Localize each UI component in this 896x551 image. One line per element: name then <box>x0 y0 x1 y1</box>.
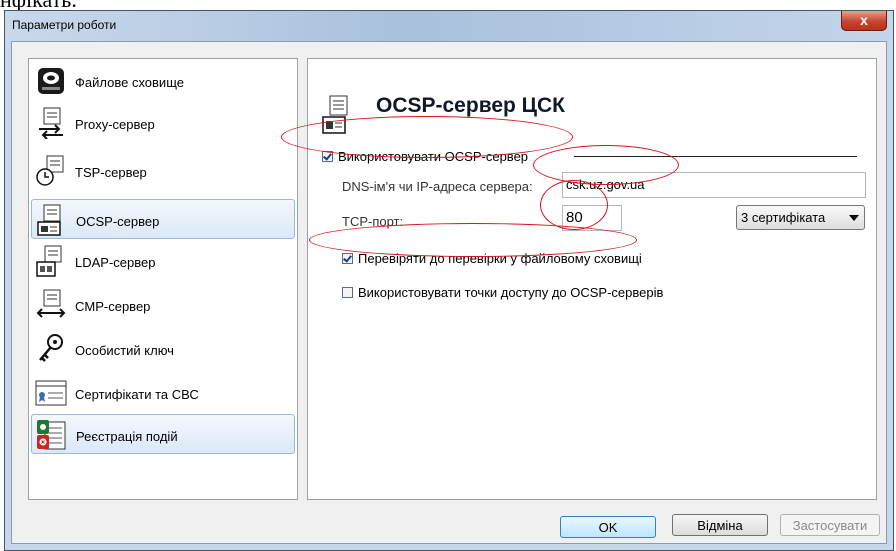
sidebar-item-tsp-server[interactable]: TSP-сервер <box>31 151 295 191</box>
sidebar-item-ldap-server[interactable]: LDAP-сервер <box>31 241 295 281</box>
sidebar-item-cmp-server[interactable]: CMP-сервер <box>31 285 295 325</box>
sidebar-item-label: Реєстрація подій <box>76 429 178 444</box>
sidebar-item-label: OCSP-сервер <box>76 214 160 229</box>
checkbox-label: Перевіряти до перевірки у файловому схов… <box>358 251 642 266</box>
sidebar-item-event-log[interactable]: Реєстрація подій <box>31 414 295 454</box>
sidebar-item-label: TSP-сервер <box>75 165 147 180</box>
page-title: OCSP-сервер ЦСК <box>376 94 565 117</box>
sidebar-item-label: Особистий ключ <box>75 343 174 358</box>
close-icon: x <box>860 12 868 28</box>
certificates-dropdown[interactable]: 3 сертифіката <box>736 205 865 230</box>
check-file-store-checkbox[interactable]: Перевіряти до перевірки у файловому схов… <box>342 251 642 266</box>
use-ocsp-checkbox[interactable]: Використовувати OCSP-сервер <box>322 149 528 164</box>
dns-label: DNS-ім'я чи IP-адреса сервера: <box>342 179 533 194</box>
cancel-button[interactable]: Відміна <box>672 514 768 536</box>
checkbox-box[interactable] <box>322 151 333 162</box>
sidebar-item-label: Файлове сховище <box>75 75 184 90</box>
sidebar-item-label: Сертифікати та СВС <box>75 387 199 402</box>
ocsp-server-icon <box>322 95 348 134</box>
sidebar-item-certificates[interactable]: Сертифікати та СВС <box>31 373 295 413</box>
ocsp-settings-panel: OCSP-сервер ЦСК Використовувати OCSP-сер… <box>307 58 877 500</box>
sidebar-item-ocsp-server[interactable]: OCSP-сервер <box>31 199 295 239</box>
certificate-icon <box>35 380 67 406</box>
sidebar-item-label: LDAP-сервер <box>75 255 156 270</box>
cmp-server-icon <box>36 289 66 318</box>
event-log-icon <box>37 420 66 450</box>
sidebar-item-private-key[interactable]: Особистий ключ <box>31 329 295 369</box>
tcp-port-input[interactable]: 80 <box>562 205 622 231</box>
chevron-down-icon <box>849 215 859 221</box>
sidebar-item-label: CMP-сервер <box>75 299 151 314</box>
ocsp-server-icon <box>37 204 61 236</box>
settings-sidebar: Файлове сховище Proxy-сервер TSP-сервер <box>28 58 298 500</box>
settings-dialog: Параметри роботи x Файлове сховище Proxy… <box>4 10 894 551</box>
group-divider <box>574 156 857 157</box>
tcp-port-label: TCP-порт: <box>342 214 404 229</box>
dropdown-value: 3 сертифіката <box>741 210 826 225</box>
keys-icon <box>39 334 63 362</box>
ldap-server-icon <box>36 245 62 277</box>
checkbox-box[interactable] <box>342 287 353 298</box>
close-button[interactable]: x <box>841 11 887 31</box>
sidebar-item-label: Proxy-сервер <box>75 117 155 132</box>
checkbox-box[interactable] <box>342 253 353 264</box>
dns-input[interactable]: csk.uz.gov.ua <box>562 172 866 198</box>
checkbox-label: Використовувати точки доступу до OCSP-се… <box>358 285 664 300</box>
proxy-server-icon <box>39 107 63 139</box>
cropped-document-text: нфікать. <box>0 0 896 10</box>
ok-button[interactable]: OK <box>560 516 656 538</box>
sidebar-item-file-storage[interactable]: Файлове сховище <box>31 61 295 101</box>
use-access-points-checkbox[interactable]: Використовувати точки доступу до OCSP-се… <box>342 285 663 300</box>
hard-drive-icon <box>38 68 64 94</box>
title-bar: Параметри роботи x <box>5 11 893 41</box>
tsp-server-icon <box>36 155 64 186</box>
sidebar-item-proxy-server[interactable]: Proxy-сервер <box>31 103 295 143</box>
window-title: Параметри роботи <box>12 18 117 32</box>
dialog-client-area: Файлове сховище Proxy-сервер TSP-сервер <box>11 41 887 544</box>
checkbox-label: Використовувати OCSP-сервер <box>338 149 529 164</box>
apply-button[interactable]: Застосувати <box>780 514 880 536</box>
